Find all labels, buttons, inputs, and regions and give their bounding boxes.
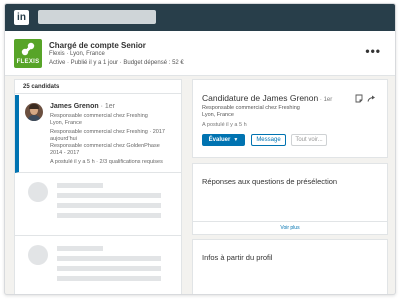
applied-time: A postulé il y a 5 h (202, 122, 247, 128)
avatar[interactable] (25, 103, 43, 121)
candidate-count: 25 candidats (15, 80, 181, 94)
text-placeholder (57, 256, 161, 261)
job-meta: Active · Publié il y a 1 jour · Budget d… (49, 60, 184, 66)
candidate-item-selected[interactable]: James Grenon · 1er Responsable commercia… (15, 95, 181, 173)
text-placeholder (57, 266, 161, 271)
app-window: in FLEXIS Chargé de compte Senior Flexis… (4, 3, 396, 295)
note-icon[interactable] (355, 94, 363, 103)
candidate-applied-status: A postulé il y a 5 h · 2/3 qualification… (50, 159, 163, 165)
candidate-list: 25 candidats James Grenon · 1er Responsa… (14, 79, 182, 294)
candidate-location: Lyon, France (202, 112, 234, 118)
candidate-experience-1: Responsable commercial chez Freshing · 2… (50, 129, 165, 135)
evaluate-button-label: Évaluer (208, 137, 231, 143)
text-placeholder (57, 276, 161, 281)
more-options-icon[interactable]: ••• (365, 44, 381, 58)
screening-title: Réponses aux questions de présélection (202, 177, 338, 186)
text-placeholder (57, 183, 103, 188)
connection-degree: · 1er (318, 97, 333, 103)
top-navigation-bar: in (5, 4, 395, 31)
job-company-location: Flexis · Lyon, France (49, 51, 105, 57)
connection-degree: · 1er (98, 103, 115, 110)
linkedin-logo-icon[interactable]: in (14, 10, 29, 25)
card-action-icons (355, 94, 375, 103)
flexis-logo-icon (21, 42, 35, 56)
candidate-experience-1-dates: aujourd’hui (50, 136, 77, 142)
text-placeholder (57, 246, 103, 251)
candidate-item-placeholder[interactable] (15, 237, 181, 294)
text-placeholder (57, 213, 161, 218)
candidate-location: Lyon, France (50, 120, 82, 126)
application-title: Candidature de James Grenon · 1er (202, 93, 332, 103)
share-icon[interactable] (367, 95, 375, 102)
job-title[interactable]: Chargé de compte Senior (49, 41, 146, 50)
evaluate-button[interactable]: Évaluer ▼ (202, 134, 245, 146)
see-more-link[interactable]: Voir plus (193, 221, 387, 234)
screening-answers-card: Réponses aux questions de présélection V… (192, 163, 388, 235)
application-title-text: Candidature de James Grenon (202, 93, 319, 103)
company-logo: FLEXIS (14, 39, 42, 68)
avatar-body (27, 115, 41, 121)
caret-down-icon: ▼ (233, 137, 239, 143)
profile-info-title: Infos à partir du profil (202, 253, 273, 262)
profile-info-card: Infos à partir du profil (192, 239, 388, 294)
candidate-headline: Responsable commercial chez Freshing (50, 113, 148, 119)
avatar-hair (29, 104, 39, 109)
candidate-name-text: James Grenon (50, 103, 99, 110)
application-detail-card: Candidature de James Grenon · 1er Respon… (192, 79, 388, 158)
candidate-name[interactable]: James Grenon · 1er (50, 103, 115, 110)
candidate-experience-2-dates: 2014 - 2017 (50, 150, 80, 156)
avatar-placeholder (28, 182, 48, 202)
candidate-headline: Responsable commercial chez Freshing (202, 105, 300, 111)
job-header: FLEXIS Chargé de compte Senior Flexis · … (5, 31, 395, 76)
message-button[interactable]: Message (251, 134, 286, 146)
candidate-item-placeholder[interactable] (15, 174, 181, 236)
company-logo-text: FLEXIS (16, 59, 40, 65)
text-placeholder (57, 193, 161, 198)
search-input[interactable] (38, 10, 156, 24)
see-all-button[interactable]: Tout voir... (291, 134, 327, 146)
candidate-experience-2: Responsable commercial chez GoldenPhase (50, 143, 160, 149)
avatar-placeholder (28, 245, 48, 265)
text-placeholder (57, 203, 161, 208)
